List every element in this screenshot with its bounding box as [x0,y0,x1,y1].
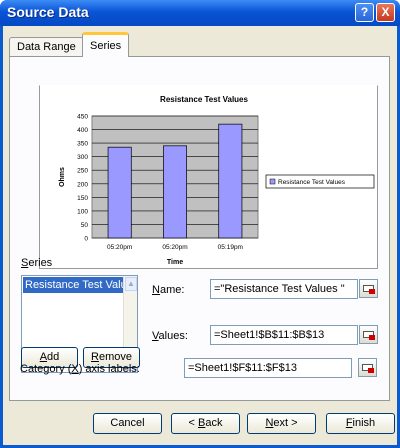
dialog-body: Data Range Series Resistance Test Values… [3,26,397,445]
chart-svg: Resistance Test Values 0 50 100 150 200 250 300… [59,95,375,266]
chart-preview: Resistance Test Values 0 50 100 150 200 250 300… [39,85,378,269]
y-tick-label: 450 [77,114,88,121]
bar [163,145,187,239]
x-tick-label: 05:20pm [107,244,132,251]
x-tick-label: 05:19pm [218,244,243,251]
y-tick-label: 200 [77,181,88,188]
series-tab-panel: Resistance Test Values 0 50 100 150 200 250 300… [9,56,390,401]
chart-title: Resistance Test Values [160,95,248,104]
source-data-dialog: Source Data ? X Data Range Series Resist… [0,0,400,448]
values-collapse-button[interactable] [359,325,378,344]
back-button[interactable]: < Back [171,413,240,434]
x-tick-label: 05:20pm [162,244,187,251]
series-group-label: Series [21,257,53,269]
close-button[interactable]: X [376,3,395,22]
y-tick-label: 300 [77,154,88,161]
category-axis-field[interactable]: =Sheet1!$F$11:$F$13 [184,358,352,378]
x-axis-title: Time [167,259,183,266]
y-tick-label: 100 [77,208,88,215]
finish-button[interactable]: Finish [326,413,395,434]
tab-series[interactable]: Series [82,32,130,57]
category-collapse-button[interactable] [358,358,377,377]
values-field[interactable]: =Sheet1!$B$11:$B$13 [210,325,358,345]
name-field[interactable]: ="Resistance Test Values " [210,279,358,299]
y-tick-label: 150 [77,195,88,202]
bar [107,146,132,239]
cancel-button[interactable]: Cancel [93,413,162,434]
y-tick-label: 50 [81,222,89,229]
y-tick-label: 350 [77,141,88,148]
legend-swatch [269,178,276,185]
window-title: Source Data [7,4,89,20]
values-label: Values: [152,330,188,342]
help-button[interactable]: ? [355,3,374,22]
legend-label: Resistance Test Values [278,179,346,186]
y-tick-label: 0 [84,236,88,243]
y-tick-label: 250 [77,168,88,175]
y-tick-label: 400 [77,127,88,134]
tab-data-range[interactable]: Data Range [9,37,84,57]
name-label: Name: [152,284,185,296]
bar [218,123,243,239]
title-bar[interactable]: Source Data ? X [0,0,400,26]
series-list-item[interactable]: Resistance Test Values [23,277,123,293]
scroll-up-icon[interactable]: ▲ [125,277,137,291]
next-button[interactable]: Next > [247,413,316,434]
y-axis-title: Ohms [59,167,66,187]
name-collapse-button[interactable] [359,279,378,298]
category-axis-label: Category (X) axis labels: [20,363,140,375]
